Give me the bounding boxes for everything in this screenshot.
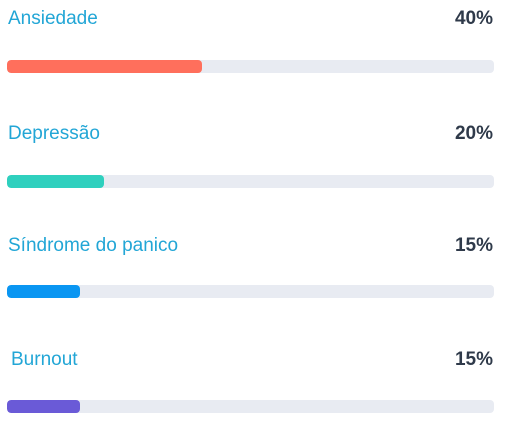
item-percent: 15% <box>454 349 493 370</box>
progress-item-depressao: Depressão 20% <box>0 123 517 193</box>
progress-track <box>7 400 494 413</box>
progress-fill <box>7 285 81 298</box>
progress-list: Ansiedade 40% Depressão 20% Síndrome do … <box>0 0 517 438</box>
item-percent: 20% <box>454 123 493 144</box>
progress-item-ansiedade: Ansiedade 40% <box>0 8 517 78</box>
progress-track <box>7 285 494 298</box>
item-label: Síndrome do panico <box>8 235 179 256</box>
item-percent: 15% <box>454 235 493 256</box>
progress-item-sindrome-do-panico: Síndrome do panico 15% <box>0 235 517 305</box>
item-percent: 40% <box>454 8 493 29</box>
progress-track <box>7 175 494 188</box>
progress-item-burnout: Burnout 15% <box>0 349 517 419</box>
progress-track <box>7 60 494 73</box>
progress-fill <box>7 400 81 413</box>
item-label: Burnout <box>11 349 78 370</box>
progress-fill <box>7 175 105 188</box>
progress-fill <box>7 60 202 73</box>
item-label: Depressão <box>8 123 100 144</box>
item-label: Ansiedade <box>8 8 98 29</box>
